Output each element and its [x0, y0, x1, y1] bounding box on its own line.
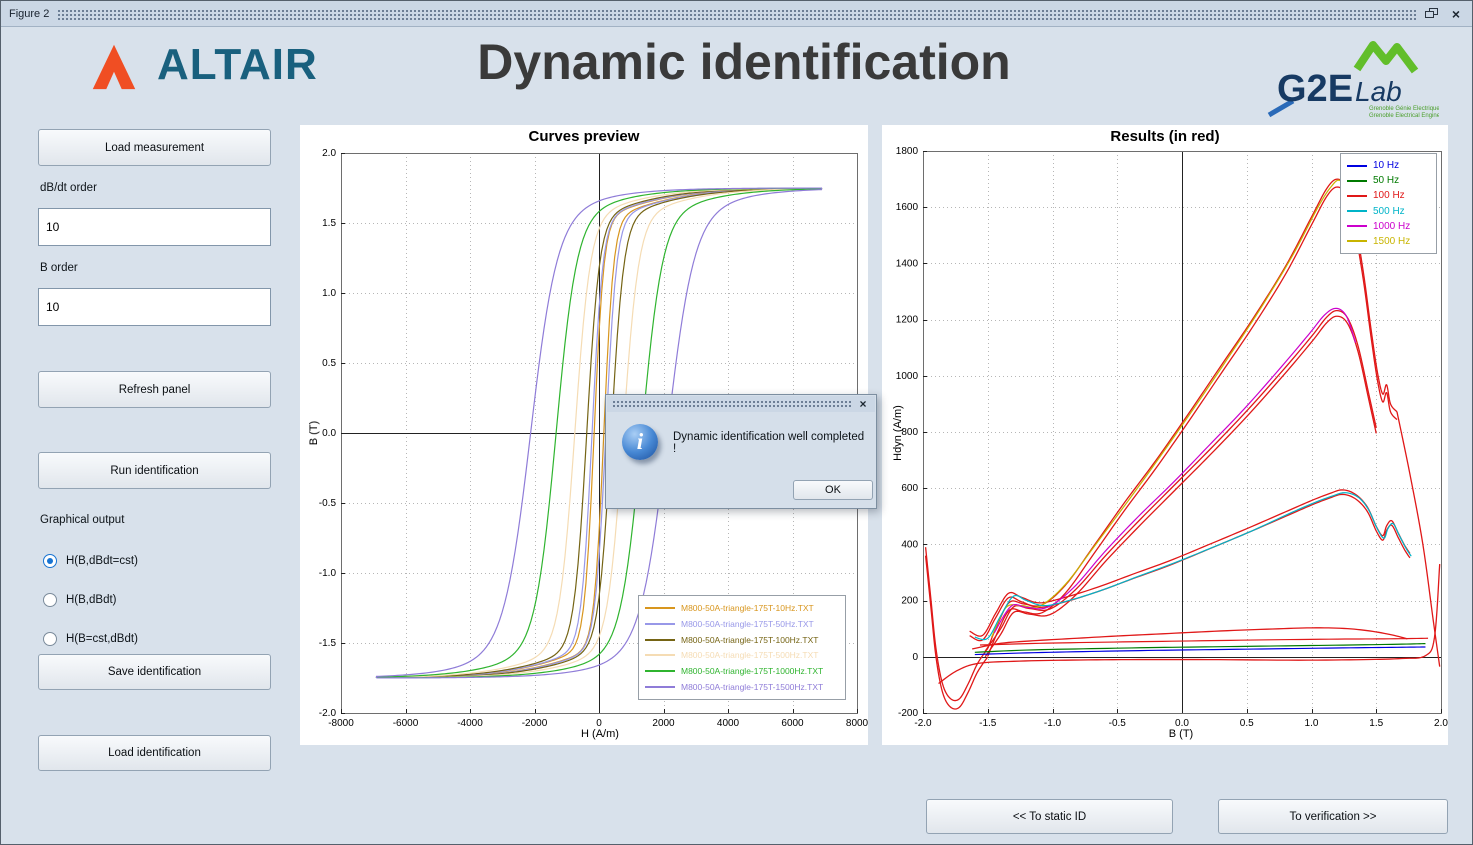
legend-entry: 500 Hz — [1347, 206, 1430, 217]
legend-entry: M800-50A-triangle-175T-1500Hz.TXT — [645, 682, 839, 692]
legend-line-swatch — [645, 670, 675, 672]
radio-icon[interactable] — [43, 554, 57, 568]
legend-entry: 1500 Hz — [1347, 236, 1430, 247]
altair-wordmark: ALTAIR — [157, 40, 318, 90]
legend-line-swatch — [645, 623, 675, 625]
legend-label: M800-50A-triangle-175T-500Hz.TXT — [681, 650, 818, 660]
b-order-label: B order — [40, 262, 78, 274]
radio-h-bcst-dbdt[interactable]: H(B=cst,dBdt) — [43, 632, 138, 646]
g2e-text: G2E — [1277, 68, 1353, 110]
legend-label: 100 Hz — [1373, 190, 1405, 201]
legend-entry: M800-50A-triangle-175T-10Hz.TXT — [645, 603, 839, 613]
legend-entry: M800-50A-triangle-175T-100Hz.TXT — [645, 635, 839, 645]
legend-label: 50 Hz — [1373, 175, 1399, 186]
b-order-input[interactable] — [38, 288, 271, 326]
legend-entry: 100 Hz — [1347, 190, 1430, 201]
radio-icon[interactable] — [43, 632, 57, 646]
g2e-tagline-1: Grenoble Génie Electrique — [1369, 106, 1439, 112]
legend-line-swatch — [1347, 165, 1367, 167]
legend-line-swatch — [1347, 195, 1367, 197]
legend-label: M800-50A-triangle-175T-50Hz.TXT — [681, 619, 814, 629]
results-x-axis-label: B (T) — [923, 728, 1439, 740]
legend-line-swatch — [645, 607, 675, 609]
curves-y-axis-label: B (T) — [308, 421, 320, 445]
curves-x-axis-label: H (A/m) — [341, 728, 859, 740]
g2e-tagline-2: Grenoble Electrical Engineering — [1369, 113, 1439, 119]
dialog-close-icon[interactable]: × — [856, 397, 870, 411]
radio-icon[interactable] — [43, 593, 57, 607]
refresh-panel-button[interactable]: Refresh panel — [38, 371, 271, 408]
results-y-axis-label: Hdyn (A/m) — [892, 405, 904, 461]
legend-line-swatch — [1347, 225, 1367, 227]
dialog-message: Dynamic identification well completed ! — [673, 431, 868, 455]
radio-label: H(B,dBdt) — [66, 594, 117, 606]
legend-line-swatch — [645, 654, 675, 656]
legend-label: 1500 Hz — [1373, 236, 1410, 247]
results-chart-title: Results (in red) — [882, 128, 1448, 145]
legend-label: 10 Hz — [1373, 160, 1399, 171]
titlebar-texture — [57, 8, 1416, 20]
legend-label: M800-50A-triangle-175T-1500Hz.TXT — [681, 682, 823, 692]
legend-label: M800-50A-triangle-175T-1000Hz.TXT — [681, 666, 823, 676]
legend-entry: 50 Hz — [1347, 175, 1430, 186]
legend-line-swatch — [645, 639, 675, 641]
load-identification-button[interactable]: Load identification — [38, 735, 271, 771]
window-titlebar[interactable]: Figure 2 × — [1, 1, 1472, 27]
info-icon: i — [622, 424, 658, 460]
legend-label: M800-50A-triangle-175T-100Hz.TXT — [681, 635, 818, 645]
altair-mark-icon — [85, 37, 143, 93]
legend-entry: 10 Hz — [1347, 160, 1430, 171]
mountain-icon — [1357, 45, 1415, 71]
legend-entry: 1000 Hz — [1347, 221, 1430, 232]
results-legend: 10 Hz 50 Hz 100 Hz 500 Hz 1000 Hz 1500 Hz — [1340, 153, 1437, 254]
legend-line-swatch — [1347, 210, 1367, 212]
radio-h-b-dbdt-cst[interactable]: H(B,dBdt=cst) — [43, 554, 138, 568]
legend-label: 1000 Hz — [1373, 221, 1410, 232]
dialog-titlebar-texture — [612, 400, 851, 409]
dbdt-order-input[interactable] — [38, 208, 271, 246]
legend-entry: M800-50A-triangle-175T-50Hz.TXT — [645, 619, 839, 629]
save-identification-button[interactable]: Save identification — [38, 654, 271, 690]
radio-h-b-dbdt[interactable]: H(B,dBdt) — [43, 593, 117, 607]
results-panel: Results (in red) Hdyn (A/m) B (T) 10 Hz 5… — [882, 125, 1448, 745]
radio-label: H(B=cst,dBdt) — [66, 633, 138, 645]
load-measurement-button[interactable]: Load measurement — [38, 129, 271, 166]
run-identification-button[interactable]: Run identification — [38, 452, 271, 489]
legend-entry: M800-50A-triangle-175T-1000Hz.TXT — [645, 666, 839, 676]
dbdt-order-label: dB/dt order — [40, 182, 97, 194]
window-title: Figure 2 — [9, 8, 49, 20]
curves-legend: M800-50A-triangle-175T-10Hz.TXT M800-50A-… — [638, 595, 846, 700]
completion-dialog: × i Dynamic identification well complete… — [605, 394, 877, 509]
close-icon[interactable]: × — [1448, 6, 1464, 21]
dialog-titlebar[interactable]: × — [607, 396, 875, 412]
legend-label: M800-50A-triangle-175T-10Hz.TXT — [681, 603, 814, 613]
g2elab-logo: G2E Lab Grenoble Génie Electrique Grenob… — [1263, 35, 1439, 126]
to-verification-button[interactable]: To verification >> — [1218, 799, 1448, 834]
curves-chart-title: Curves preview — [300, 128, 868, 145]
legend-line-swatch — [1347, 240, 1367, 242]
legend-line-swatch — [645, 686, 675, 688]
to-static-id-button[interactable]: << To static ID — [926, 799, 1173, 834]
page-title: Dynamic identification — [399, 33, 1089, 91]
altair-logo: ALTAIR — [85, 37, 318, 93]
legend-line-swatch — [1347, 180, 1367, 182]
lab-text: Lab — [1355, 76, 1402, 107]
restore-icon[interactable] — [1424, 6, 1440, 21]
legend-entry: M800-50A-triangle-175T-500Hz.TXT — [645, 650, 839, 660]
graphical-output-label: Graphical output — [40, 514, 124, 526]
figure-window: Figure 2 × ALTAIR Dynamic identification… — [0, 0, 1473, 845]
radio-label: H(B,dBdt=cst) — [66, 555, 138, 567]
legend-label: 500 Hz — [1373, 206, 1405, 217]
ok-button[interactable]: OK — [793, 480, 873, 500]
